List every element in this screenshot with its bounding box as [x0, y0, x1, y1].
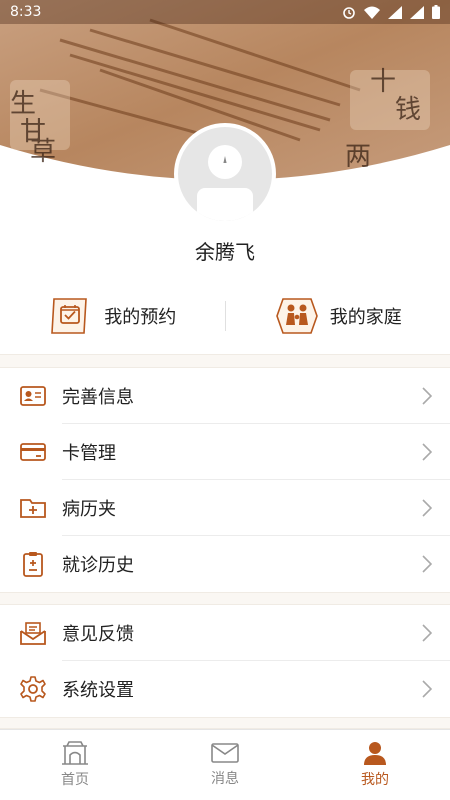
tab-label: 我的 [361, 772, 389, 788]
menu-label: 就诊历史 [62, 555, 134, 576]
chevron-right-icon [422, 443, 432, 461]
folder-plus-icon [20, 495, 46, 521]
battery-icon [432, 5, 440, 19]
status-bar: 8:33 [0, 0, 450, 24]
my-appointments-label: 我的预约 [104, 307, 177, 328]
clipboard-icon [20, 551, 46, 577]
menu-label: 完善信息 [62, 387, 134, 408]
menu-item-medical-records[interactable]: 病历夹 [0, 480, 450, 536]
section-gap [0, 717, 450, 729]
chevron-right-icon [422, 624, 432, 642]
menu-item-complete-info[interactable]: 完善信息 [0, 368, 450, 424]
alarm-icon [343, 7, 355, 19]
wifi-icon [364, 6, 380, 19]
calendar-scroll-icon [51, 298, 88, 334]
menu-label: 病历夹 [62, 499, 116, 520]
menu-item-visit-history[interactable]: 就诊历史 [0, 536, 450, 592]
menu-item-card-management[interactable]: 卡管理 [0, 424, 450, 480]
id-card-icon [20, 383, 46, 409]
svg-text:十: 十 [370, 67, 396, 97]
svg-text:生: 生 [10, 89, 36, 119]
svg-text:两: 两 [345, 142, 371, 172]
status-time: 8:33 [10, 4, 42, 20]
feedback-icon [20, 620, 46, 646]
my-appointments-button[interactable]: 我的预约 [0, 285, 225, 347]
chevron-right-icon [422, 680, 432, 698]
avatar[interactable] [174, 123, 276, 225]
tab-label: 消息 [211, 771, 239, 787]
chevron-right-icon [422, 387, 432, 405]
tab-mine[interactable]: 我的 [300, 730, 450, 800]
menu-group-2: 意见反馈 系统设置 [0, 605, 450, 717]
my-family-label: 我的家庭 [329, 307, 402, 328]
home-gate-icon [62, 741, 88, 765]
menu-label: 意见反馈 [62, 624, 134, 645]
profile-header: 生甘草 十钱两 8:33 [0, 0, 450, 230]
my-family-button[interactable]: 我的家庭 [226, 285, 450, 347]
quick-actions: 我的预约 我的家庭 [0, 285, 450, 347]
card-icon [20, 439, 46, 465]
menu-item-settings[interactable]: 系统设置 [0, 661, 450, 717]
chevron-right-icon [422, 555, 432, 573]
user-icon [364, 742, 386, 765]
bottom-tab-bar: 首页 消息 我的 [0, 729, 450, 800]
avatar-placeholder-icon [197, 145, 253, 221]
chevron-right-icon [422, 499, 432, 517]
section-gap [0, 592, 450, 605]
signal-icon-2 [410, 5, 424, 19]
menu-label: 系统设置 [62, 680, 134, 701]
menu-label: 卡管理 [62, 443, 116, 464]
user-name: 余腾飞 [195, 240, 255, 264]
family-icon [275, 298, 318, 334]
svg-text:钱: 钱 [395, 95, 421, 125]
gear-icon [20, 676, 46, 702]
status-icons [342, 5, 440, 19]
tab-messages[interactable]: 消息 [150, 730, 300, 800]
envelope-icon [211, 743, 239, 763]
section-gap [0, 354, 450, 368]
signal-icon [388, 5, 402, 19]
menu-group-1: 完善信息 卡管理 病历夹 就诊历史 [0, 368, 450, 592]
svg-text:草: 草 [30, 137, 56, 167]
tab-label: 首页 [61, 772, 89, 788]
tab-home[interactable]: 首页 [0, 730, 150, 800]
menu-item-feedback[interactable]: 意见反馈 [0, 605, 450, 661]
